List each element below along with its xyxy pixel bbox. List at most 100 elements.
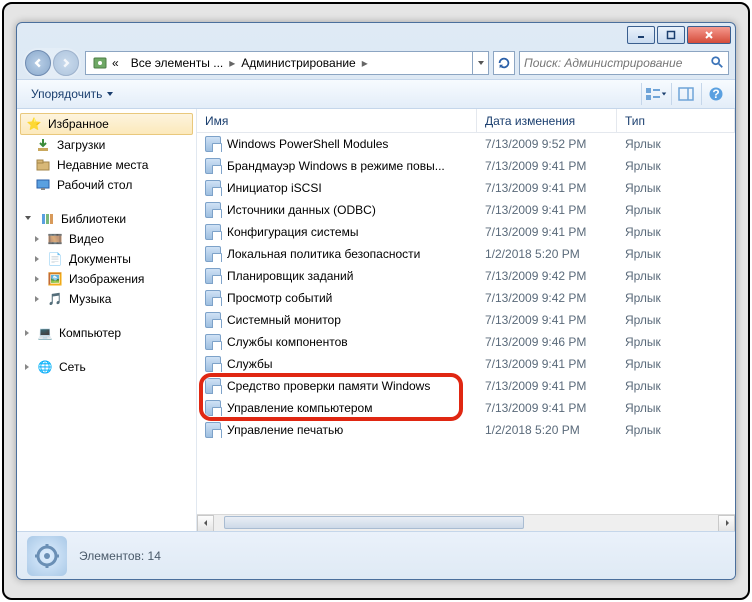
desktop-icon	[35, 177, 51, 193]
shortcut-icon	[205, 136, 221, 152]
shortcut-icon	[205, 268, 221, 284]
scroll-track[interactable]	[214, 515, 718, 532]
sidebar-network[interactable]: 🌐Сеть	[17, 357, 196, 377]
organize-button[interactable]: Упорядочить	[23, 84, 122, 104]
file-row[interactable]: Управление печатью1/2/2018 5:20 PMЯрлык	[197, 419, 735, 441]
file-row[interactable]: Windows PowerShell Modules7/13/2009 9:52…	[197, 133, 735, 155]
file-name: Локальная политика безопасности	[227, 247, 420, 261]
file-row[interactable]: Инициатор iSCSI7/13/2009 9:41 PMЯрлык	[197, 177, 735, 199]
preview-pane-button[interactable]	[671, 83, 699, 105]
sidebar-item-documents[interactable]: 📄Документы	[17, 249, 196, 269]
sidebar-item-images[interactable]: 🖼️ Изображения	[17, 269, 196, 289]
breadcrumb-root[interactable]: «	[86, 52, 125, 74]
scroll-right-button[interactable]	[718, 515, 735, 532]
close-button[interactable]	[687, 26, 731, 44]
search-box[interactable]	[519, 51, 729, 75]
file-row[interactable]: Просмотр событий7/13/2009 9:42 PMЯрлык	[197, 287, 735, 309]
horizontal-scrollbar[interactable]	[197, 514, 735, 531]
file-list: Windows PowerShell Modules7/13/2009 9:52…	[197, 133, 735, 514]
sidebar-item-label: Изображения	[69, 272, 144, 286]
breadcrumb[interactable]: « Все элементы ... ▸ Администрирование ▸	[85, 51, 489, 75]
file-row[interactable]: Системный монитор7/13/2009 9:41 PMЯрлык	[197, 309, 735, 331]
sidebar-network-label: Сеть	[59, 360, 86, 374]
file-type: Ярлык	[617, 181, 735, 195]
expand-icon	[35, 276, 39, 282]
column-headers: Имя Дата изменения Тип	[197, 109, 735, 133]
sidebar-item-label: Рабочий стол	[57, 178, 132, 192]
sidebar-item-desktop[interactable]: Рабочий стол	[17, 175, 196, 195]
sidebar-item-label: Музыка	[69, 292, 111, 306]
toolbar: Упорядочить ?	[17, 79, 735, 109]
history-dropdown-button[interactable]	[472, 52, 488, 74]
scroll-thumb[interactable]	[224, 516, 524, 529]
file-row[interactable]: Брандмауэр Windows в режиме повы...7/13/…	[197, 155, 735, 177]
file-date: 7/13/2009 9:42 PM	[477, 291, 617, 305]
file-row[interactable]: Конфигурация системы 7/13/2009 9:41 PMЯрл…	[197, 221, 735, 243]
outer-frame: « Все элементы ... ▸ Администрирование ▸…	[2, 2, 750, 600]
file-date: 7/13/2009 9:41 PM	[477, 203, 617, 217]
libraries-icon	[39, 211, 55, 227]
file-name: Планировщик заданий	[227, 269, 353, 283]
sidebar-item-video[interactable]: 🎞️ Видео	[17, 229, 196, 249]
chevron-icon: ▸	[362, 56, 368, 70]
view-options-button[interactable]	[641, 83, 669, 105]
folder-gear-icon	[27, 536, 67, 576]
breadcrumb-seg-1[interactable]: Все элементы ...	[125, 52, 230, 74]
scroll-left-button[interactable]	[197, 515, 214, 532]
sidebar-item-recent[interactable]: Недавние места	[17, 155, 196, 175]
expand-icon	[25, 330, 29, 336]
file-type: Ярлык	[617, 269, 735, 283]
sidebar-item-label: Недавние места	[57, 158, 148, 172]
sidebar-favorites[interactable]: ⭐ Избранное	[20, 113, 193, 135]
file-date: 7/13/2009 9:41 PM	[477, 225, 617, 239]
file-row[interactable]: Источники данных (ODBC)7/13/2009 9:41 PM…	[197, 199, 735, 221]
file-date: 7/13/2009 9:41 PM	[477, 313, 617, 327]
sidebar-libraries[interactable]: Библиотеки	[17, 209, 196, 229]
shortcut-icon	[205, 378, 221, 394]
music-icon: 🎵	[47, 291, 63, 307]
file-name: Просмотр событий	[227, 291, 332, 305]
file-date: 7/13/2009 9:42 PM	[477, 269, 617, 283]
file-type: Ярлык	[617, 313, 735, 327]
help-button[interactable]: ?	[701, 83, 729, 105]
sidebar-item-downloads[interactable]: Загрузки	[17, 135, 196, 155]
sidebar-favorites-label: Избранное	[48, 117, 109, 131]
file-row[interactable]: Планировщик заданий 7/13/2009 9:42 PMЯрлы…	[197, 265, 735, 287]
header-name[interactable]: Имя	[197, 109, 477, 132]
sidebar-item-label: Документы	[69, 252, 131, 266]
header-type[interactable]: Тип	[617, 109, 735, 132]
computer-icon: 💻	[37, 325, 53, 341]
breadcrumb-trail-icon: «	[112, 56, 119, 70]
file-row[interactable]: Локальная политика безопасности1/2/2018 …	[197, 243, 735, 265]
titlebar	[17, 23, 735, 47]
file-name: Брандмауэр Windows в режиме повы...	[227, 159, 445, 173]
maximize-button[interactable]	[657, 26, 685, 44]
forward-button[interactable]	[53, 50, 79, 76]
video-icon: 🎞️	[47, 231, 63, 247]
minimize-button[interactable]	[627, 26, 655, 44]
file-date: 1/2/2018 5:20 PM	[477, 423, 617, 437]
breadcrumb-seg-2[interactable]: Администрирование	[235, 52, 361, 74]
file-type: Ярлык	[617, 357, 735, 371]
sidebar-computer[interactable]: 💻Компьютер	[17, 323, 196, 343]
refresh-button[interactable]	[493, 51, 515, 75]
search-input[interactable]	[524, 56, 710, 70]
file-date: 7/13/2009 9:41 PM	[477, 401, 617, 415]
nav-buttons	[23, 48, 81, 78]
file-name: Конфигурация системы	[227, 225, 358, 239]
status-bar: Элементов: 14	[17, 531, 735, 579]
file-row[interactable]: Управление компьютером7/13/2009 9:41 PMЯ…	[197, 397, 735, 419]
file-type: Ярлык	[617, 225, 735, 239]
file-name: Инициатор iSCSI	[227, 181, 322, 195]
file-row[interactable]: Средство проверки памяти Windows7/13/200…	[197, 375, 735, 397]
sidebar: ⭐ Избранное Загрузки Недавние места Рабо…	[17, 109, 197, 531]
header-date[interactable]: Дата изменения	[477, 109, 617, 132]
images-icon: 🖼️	[47, 271, 63, 287]
sidebar-item-label: Видео	[69, 232, 104, 246]
explorer-window: « Все элементы ... ▸ Администрирование ▸…	[16, 22, 736, 580]
file-row[interactable]: Службы7/13/2009 9:41 PMЯрлык	[197, 353, 735, 375]
file-date: 7/13/2009 9:46 PM	[477, 335, 617, 349]
sidebar-item-music[interactable]: 🎵 Музыка	[17, 289, 196, 309]
file-row[interactable]: Службы компонентов7/13/2009 9:46 PMЯрлык	[197, 331, 735, 353]
back-button[interactable]	[25, 50, 51, 76]
